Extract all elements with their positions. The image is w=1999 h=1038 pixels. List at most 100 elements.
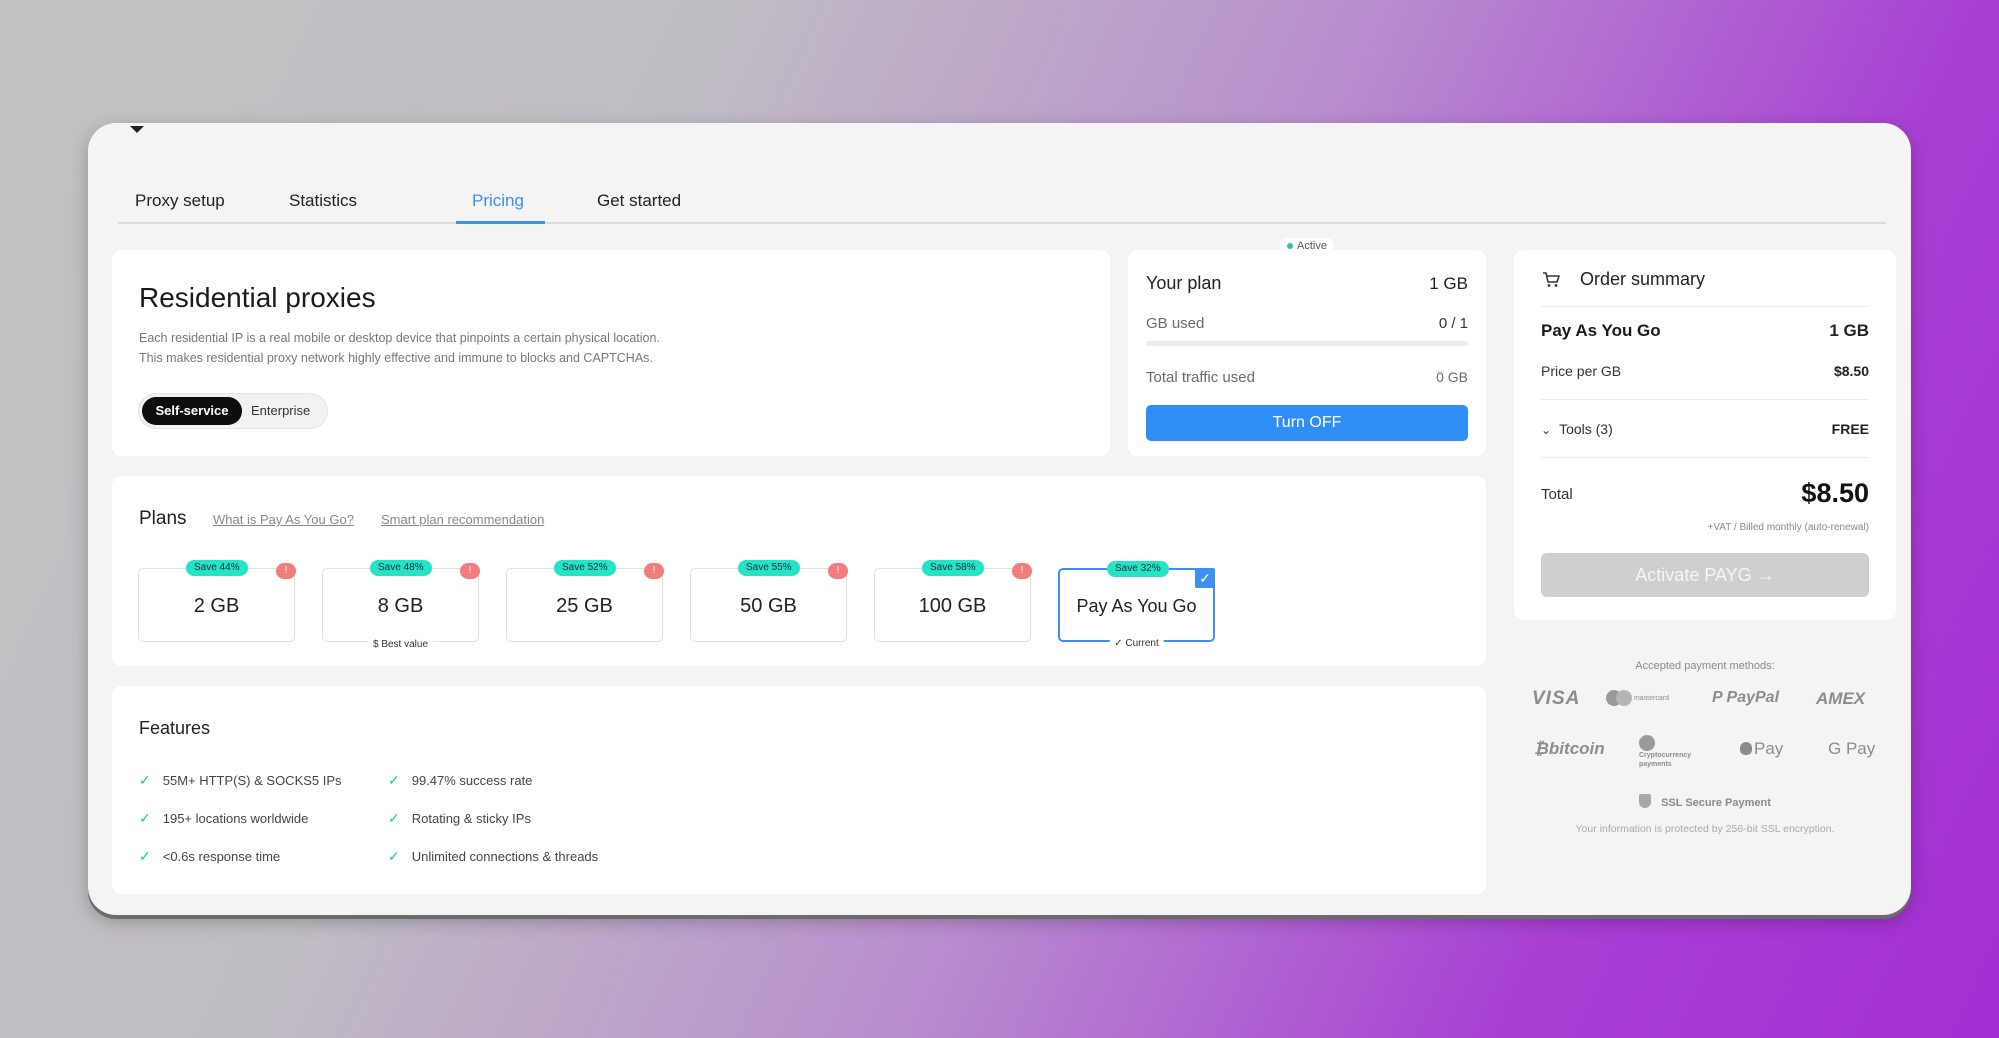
plans-title: Plans: [139, 508, 187, 529]
save-badge: Save 44%: [186, 560, 248, 576]
plan-option-100gb[interactable]: Save 58% ! 100 GB: [874, 560, 1032, 642]
save-badge: Save 52%: [554, 560, 616, 576]
features-card: Features ✓ 55M+ HTTP(S) & SOCKS5 IPs ✓ 195…: [112, 686, 1486, 894]
your-plan-card: Your plan 1 GB GB used 0 / 1 Total traff…: [1128, 250, 1486, 456]
feature-item: ✓ 195+ locations worldwide: [139, 810, 308, 827]
page-title: Residential proxies: [139, 282, 376, 313]
your-plan-size: 1 GB: [1429, 274, 1468, 293]
bitcoin-icon: ₿: [1534, 739, 1549, 758]
features-title: Features: [139, 718, 211, 738]
tab-get-started[interactable]: Get started: [597, 191, 681, 211]
total-value: $8.50: [1801, 478, 1869, 508]
crypto-icon: [1639, 735, 1655, 751]
gb-used-label: GB used: [1146, 315, 1205, 332]
turn-off-button[interactable]: Turn OFF: [1146, 405, 1468, 441]
feature-label: 99.47% success rate: [411, 773, 533, 788]
plan-option-25gb[interactable]: Save 52% ! 25 GB: [506, 560, 664, 642]
save-badge: Save 48%: [370, 560, 432, 576]
plan-size: 2 GB: [193, 595, 240, 617]
divider: [1541, 306, 1869, 307]
active-dot-icon: [1287, 243, 1293, 250]
plan-size: 8 GB: [377, 595, 424, 617]
description-line-1: Each residential IP is a real mobile or …: [139, 331, 660, 345]
google-pay-logo: G Pay: [1828, 739, 1876, 758]
feature-label: Unlimited connections & threads: [411, 849, 599, 864]
check-icon: ✓: [139, 848, 151, 864]
description-line-2: This makes residential proxy network hig…: [139, 351, 653, 365]
bitcoin-logo: ₿bitcoin: [1534, 739, 1605, 759]
tools-value: FREE: [1831, 421, 1869, 437]
tab-statistics[interactable]: Statistics: [289, 191, 357, 211]
plan-option-8gb[interactable]: Save 48% ! 8 GB $ Best value: [322, 560, 480, 650]
feature-item: ✓ 55M+ HTTP(S) & SOCKS5 IPs: [139, 772, 342, 789]
shield-icon: [1639, 794, 1652, 808]
feature-label: 55M+ HTTP(S) & SOCKS5 IPs: [162, 773, 342, 788]
feature-label: 195+ locations worldwide: [162, 811, 309, 826]
check-icon: ✓: [388, 772, 400, 788]
save-badge: Save 32%: [1107, 561, 1169, 577]
checkbox-checked-icon[interactable]: ✓: [1195, 568, 1215, 588]
paypal-label: PayPal: [1726, 689, 1780, 706]
tools-toggle[interactable]: ⌄ Tools (3): [1541, 421, 1613, 437]
feature-item: ✓ Unlimited connections & threads: [388, 848, 598, 865]
residential-card: Residential proxies Each residential IP …: [112, 250, 1110, 456]
check-icon: ✓: [388, 848, 400, 864]
vat-note: +VAT / Billed monthly (auto-renewal): [1707, 522, 1869, 533]
save-badge: Save 58%: [922, 560, 984, 576]
activate-payg-button[interactable]: Activate PAYG →: [1541, 553, 1869, 597]
bitcoin-label: bitcoin: [1548, 739, 1605, 758]
best-value-note: $ Best value: [367, 639, 434, 650]
feature-label: <0.6s response time: [162, 849, 281, 864]
divider: [1541, 399, 1869, 400]
activate-button-label: Activate PAYG: [1635, 565, 1752, 585]
info-icon[interactable]: !: [1012, 563, 1032, 579]
payment-caption: Accepted payment methods:: [1635, 660, 1775, 672]
mastercard-label: mastercard: [1633, 694, 1669, 702]
feature-item: ✓ <0.6s response time: [139, 848, 280, 865]
ssl-title: SSL Secure Payment: [1514, 794, 1896, 809]
plans-card: Plans What is Pay As You Go? Smart plan …: [112, 476, 1486, 666]
status-badge-label: Active: [1297, 240, 1327, 252]
your-plan-title: Your plan: [1146, 273, 1222, 293]
enterprise-option[interactable]: Enterprise: [251, 397, 310, 425]
plan-option-2gb[interactable]: Save 44% ! 2 GB: [138, 560, 296, 642]
status-badge: Active: [1280, 238, 1334, 254]
plan-option-50gb[interactable]: Save 55% ! 50 GB: [690, 560, 848, 642]
apple-icon: [1740, 742, 1752, 755]
chevron-down-icon[interactable]: [130, 126, 144, 133]
total-label: Total: [1541, 486, 1573, 503]
paypal-icon: P: [1712, 689, 1727, 706]
check-icon: ✓: [388, 810, 400, 826]
self-service-option[interactable]: Self-service: [142, 397, 242, 425]
crypto-label: Cryptocurrency payments: [1639, 752, 1692, 768]
residential-description: Each residential IP is a real mobile or …: [139, 328, 839, 368]
feature-label: Rotating & sticky IPs: [411, 811, 531, 826]
traffic-value: 0 GB: [1436, 369, 1468, 385]
info-icon[interactable]: !: [828, 563, 848, 579]
gb-used-value: 0 / 1: [1438, 315, 1468, 332]
tab-bar: Proxy setup Statistics Pricing Get start…: [118, 173, 1886, 224]
crypto-logo: Cryptocurrency payments: [1639, 735, 1709, 769]
divider: [1541, 457, 1869, 458]
ssl-note: Your information is protected by 256-bit…: [1575, 823, 1835, 835]
feature-item: ✓ Rotating & sticky IPs: [388, 810, 531, 827]
price-per-gb-label: Price per GB: [1541, 363, 1622, 379]
plan-option-payg[interactable]: Save 32% ✓ Pay As You Go ✓ Current: [1058, 561, 1215, 649]
feature-item: ✓ 99.47% success rate: [388, 772, 532, 789]
order-summary-title: Order summary: [1580, 269, 1706, 289]
what-is-payg-link[interactable]: What is Pay As You Go?: [213, 512, 354, 527]
arrow-right-icon: →: [1756, 565, 1775, 585]
tab-pricing[interactable]: Pricing: [472, 191, 524, 211]
info-icon[interactable]: !: [460, 563, 480, 579]
visa-logo: VISA: [1532, 688, 1581, 709]
paypal-logo: P PayPal: [1712, 689, 1779, 707]
amex-logo: AMEX: [1816, 689, 1866, 708]
info-icon[interactable]: !: [276, 563, 296, 579]
tab-proxy-setup[interactable]: Proxy setup: [135, 191, 225, 211]
info-icon[interactable]: !: [644, 563, 664, 579]
smart-plan-link[interactable]: Smart plan recommendation: [381, 512, 544, 527]
apple-pay-logo: Pay: [1740, 739, 1783, 759]
order-plan-value: 1 GB: [1829, 321, 1869, 340]
check-icon: ✓: [139, 772, 151, 788]
plan-size: 25 GB: [556, 595, 613, 617]
